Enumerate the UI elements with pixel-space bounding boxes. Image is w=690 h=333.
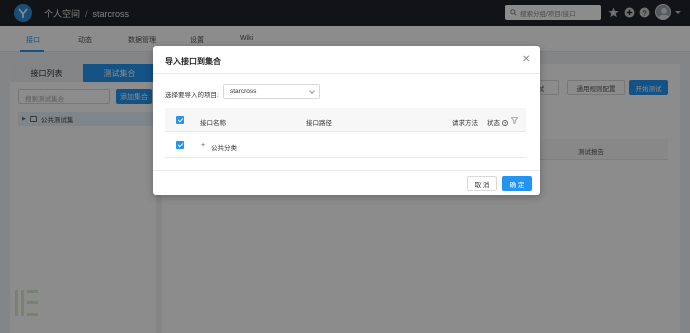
project-label: 选择要导入的项目: — [165, 92, 219, 99]
divider — [153, 170, 540, 171]
column-request-method: 请求方法 — [452, 120, 478, 127]
import-interface-modal: 导入接口到集合 ✕ 选择要导入的项目: starcross 接口名称 接口路径 … — [153, 46, 540, 195]
column-status-label: 状态 — [487, 120, 500, 127]
table-row: + 公共分类 — [165, 133, 526, 158]
chevron-down-icon — [309, 88, 315, 94]
modal-title: 导入接口到集合 — [165, 57, 221, 66]
column-status: 状态? — [487, 117, 508, 127]
interface-table-header: 接口名称 接口路径 请求方法 状态? — [165, 108, 526, 132]
column-interface-name: 接口名称 — [200, 120, 226, 127]
project-select[interactable]: starcross — [223, 84, 320, 99]
column-interface-path: 接口路径 — [306, 120, 332, 127]
divider — [153, 73, 540, 74]
question-circle-icon[interactable]: ? — [502, 120, 508, 127]
filter-icon[interactable] — [511, 117, 518, 124]
category-name: 公共分类 — [211, 145, 237, 152]
select-all-checkbox[interactable] — [176, 116, 184, 124]
cancel-button[interactable]: 取 消 — [467, 176, 497, 191]
project-select-value: starcross — [230, 88, 257, 95]
close-icon[interactable]: ✕ — [522, 55, 530, 65]
expand-plus-icon[interactable]: + — [201, 142, 205, 149]
confirm-button[interactable]: 确 定 — [502, 176, 532, 191]
row-checkbox[interactable] — [176, 141, 184, 149]
